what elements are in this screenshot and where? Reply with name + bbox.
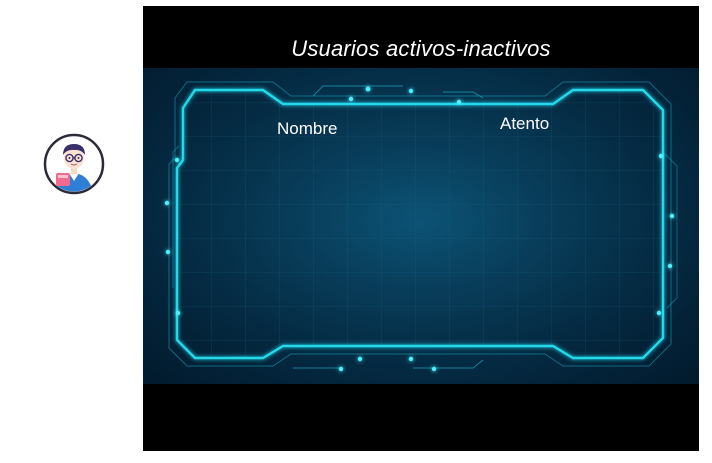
column-header-nombre: Nombre [277,119,338,138]
user-avatar-icon [43,133,105,195]
users-panel: Usuarios activos-inactivos Nombre Atento [143,6,699,451]
column-header-atento: Atento [500,114,550,133]
tech-frame-screen: Nombre Atento [143,68,699,384]
panel-title: Usuarios activos-inactivos [291,36,551,61]
page: Usuarios activos-inactivos Nombre Atento [0,0,712,463]
avatar[interactable] [43,133,105,195]
tech-frame-graphic [164,81,678,372]
